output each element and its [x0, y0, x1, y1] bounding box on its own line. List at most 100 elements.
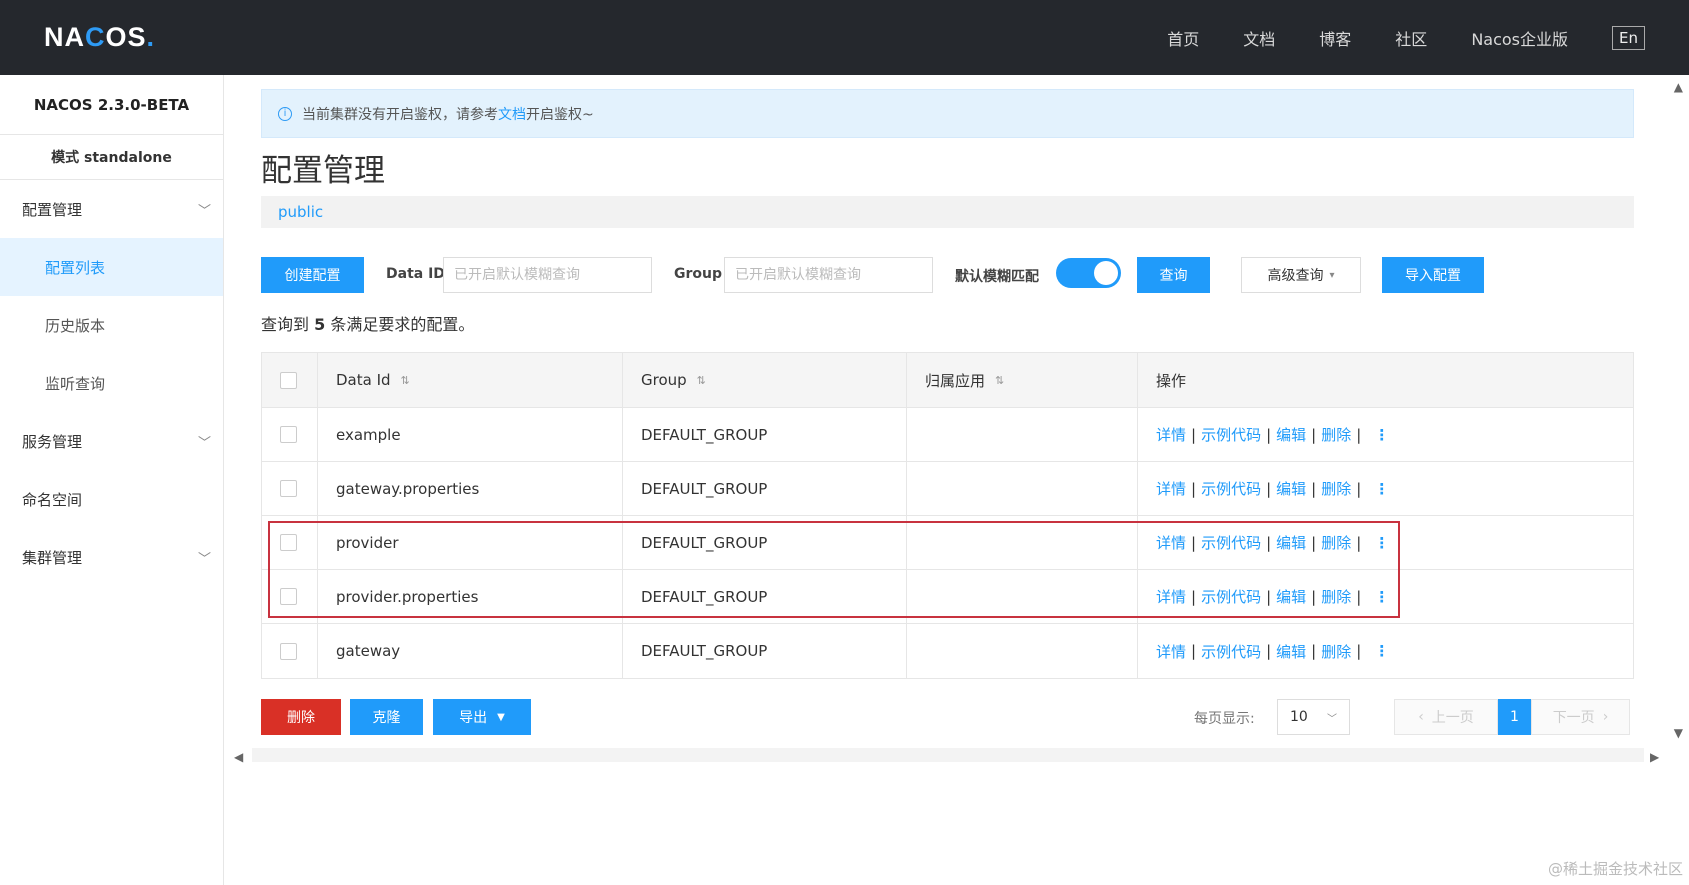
prev-page-button[interactable]: ‹ 上一页	[1394, 699, 1498, 735]
clone-button[interactable]: 克隆	[350, 699, 423, 735]
more-icon[interactable]: ⋮	[1374, 642, 1389, 660]
notice-doc-link[interactable]: 文档	[498, 104, 526, 124]
create-config-button[interactable]: 创建配置	[261, 257, 364, 293]
cell-app	[907, 408, 1138, 461]
row-checkbox-cell	[262, 408, 318, 461]
scroll-up-arrow-icon[interactable]: ▲	[1674, 80, 1683, 94]
table-row: example DEFAULT_GROUP 详情 | 示例代码 | 编辑 | 删除 | ⋮	[262, 408, 1633, 462]
sidebar-group-config[interactable]: 配置管理 ﹀	[0, 180, 223, 238]
namespace-public[interactable]: public	[278, 203, 323, 221]
auth-notice: i 当前集群没有开启鉴权，请参考 文档 开启鉴权~	[261, 89, 1634, 138]
sort-icon[interactable]: ⇅	[697, 374, 706, 387]
result-suffix: 条满足要求的配置。	[330, 315, 475, 334]
sidebar-group-cluster[interactable]: 集群管理 ﹀	[0, 528, 223, 586]
delete-link[interactable]: 删除	[1321, 641, 1351, 662]
chevron-down-icon: ▾	[1329, 269, 1335, 281]
cell-ops: 详情 | 示例代码 | 编辑 | 删除 | ⋮	[1156, 641, 1390, 662]
edit-link[interactable]: 编辑	[1276, 424, 1306, 445]
next-page-button[interactable]: 下一页 ›	[1531, 699, 1630, 735]
table-row: gateway DEFAULT_GROUP 详情 | 示例代码 | 编辑 | 删除 | ⋮	[262, 624, 1633, 678]
cell-group: DEFAULT_GROUP	[623, 624, 907, 678]
toggle-knob	[1094, 261, 1118, 285]
row-checkbox-cell	[262, 462, 318, 515]
language-switch[interactable]: En	[1612, 25, 1645, 50]
sidebar-group-service[interactable]: 服务管理 ﹀	[0, 412, 223, 470]
export-button[interactable]: 导出 ▼	[433, 699, 531, 735]
sample-code-link[interactable]: 示例代码	[1201, 641, 1261, 662]
fuzzy-match-toggle[interactable]	[1056, 258, 1121, 288]
sample-code-link[interactable]: 示例代码	[1201, 478, 1261, 499]
cell-group: DEFAULT_GROUP	[623, 408, 907, 461]
nav-docs[interactable]: 文档	[1243, 26, 1275, 50]
detail-link[interactable]: 详情	[1156, 641, 1186, 662]
prev-label: 上一页	[1431, 710, 1474, 726]
page-size-value: 10	[1290, 709, 1308, 725]
row-checkbox[interactable]	[280, 480, 297, 497]
sidebar-group-label: 配置管理	[22, 200, 83, 219]
header-checkbox-cell	[262, 353, 318, 407]
more-icon[interactable]: ⋮	[1374, 480, 1389, 498]
delete-link[interactable]: 删除	[1321, 424, 1351, 445]
edit-link[interactable]: 编辑	[1276, 641, 1306, 662]
page-title: 配置管理	[261, 153, 385, 189]
header-dataid[interactable]: Data Id ⇅	[318, 353, 623, 407]
sample-code-link[interactable]: 示例代码	[1201, 424, 1261, 445]
select-all-checkbox[interactable]	[280, 371, 297, 389]
scroll-down-arrow-icon[interactable]: ▼	[1674, 726, 1683, 740]
sort-icon[interactable]: ⇅	[995, 374, 1004, 387]
chevron-down-icon: ﹀	[197, 435, 211, 451]
sidebar-item-history[interactable]: 历史版本	[0, 296, 223, 354]
sidebar-group-namespace[interactable]: 命名空间	[0, 470, 223, 528]
detail-link[interactable]: 详情	[1156, 478, 1186, 499]
cell-ops: 详情 | 示例代码 | 编辑 | 删除 | ⋮	[1156, 424, 1390, 445]
horizontal-scrollbar[interactable]	[252, 748, 1644, 762]
scroll-right-arrow-icon[interactable]: ▶	[1650, 750, 1659, 764]
nav-enterprise[interactable]: Nacos企业版	[1471, 26, 1568, 50]
group-input[interactable]	[724, 257, 933, 293]
advanced-query-button[interactable]: 高级查询 ▾	[1241, 257, 1361, 293]
scroll-left-arrow-icon[interactable]: ◀	[234, 750, 243, 764]
header-app[interactable]: 归属应用 ⇅	[907, 353, 1138, 407]
fuzzy-match-label: 默认模糊匹配	[955, 269, 1039, 285]
page-size-select[interactable]: 10 ﹀	[1277, 699, 1350, 735]
more-icon[interactable]: ⋮	[1374, 426, 1389, 444]
nacos-logo[interactable]: NACOS.	[44, 22, 155, 53]
advanced-query-label: 高级查询	[1267, 268, 1324, 284]
dataid-input[interactable]	[443, 257, 652, 293]
delete-button[interactable]: 删除	[261, 699, 341, 735]
result-prefix: 查询到	[261, 315, 310, 334]
search-toolbar: 创建配置 Data ID Group 默认模糊匹配 查询 高级查询 ▾ 导入配置	[261, 257, 1634, 293]
chevron-down-icon: ﹀	[1327, 713, 1337, 725]
next-label: 下一页	[1552, 710, 1595, 726]
config-table: Data Id ⇅ Group ⇅ 归属应用 ⇅ 操作 example DEFAULT…	[261, 352, 1634, 679]
chevron-down-icon: ▼	[497, 711, 505, 723]
chevron-left-icon: ‹	[1418, 709, 1424, 725]
row-checkbox-cell	[262, 624, 318, 678]
query-button[interactable]: 查询	[1137, 257, 1210, 293]
table-row: gateway.properties DEFAULT_GROUP 详情 | 示例代码…	[262, 462, 1633, 516]
annotation-highlight-box	[268, 521, 1400, 618]
nav-community[interactable]: 社区	[1395, 26, 1427, 50]
sort-icon[interactable]: ⇅	[401, 374, 410, 387]
header-group[interactable]: Group ⇅	[623, 353, 907, 407]
edit-link[interactable]: 编辑	[1276, 478, 1306, 499]
dataid-label: Data ID	[386, 266, 445, 282]
result-summary: 查询到 5 条满足要求的配置。	[261, 311, 474, 335]
row-checkbox[interactable]	[280, 426, 297, 443]
row-checkbox[interactable]	[280, 642, 297, 660]
sidebar: NACOS 2.3.0-BETA 模式 standalone 配置管理 ﹀ 配置…	[0, 75, 224, 885]
header-ops: 操作	[1138, 353, 1633, 407]
nav-home[interactable]: 首页	[1167, 26, 1199, 50]
delete-link[interactable]: 删除	[1321, 478, 1351, 499]
main-content: i 当前集群没有开启鉴权，请参考 文档 开启鉴权~ 配置管理 public 创建配置…	[224, 75, 1689, 885]
sidebar-item-listener[interactable]: 监听查询	[0, 354, 223, 412]
nav-blog[interactable]: 博客	[1319, 26, 1351, 50]
cell-dataid: gateway.properties	[318, 462, 623, 515]
page-1-button[interactable]: 1	[1498, 699, 1531, 735]
cell-ops: 详情 | 示例代码 | 编辑 | 删除 | ⋮	[1156, 478, 1390, 499]
sidebar-item-config-list[interactable]: 配置列表	[0, 238, 223, 296]
import-config-button[interactable]: 导入配置	[1382, 257, 1484, 293]
sidebar-group-label: 集群管理	[22, 548, 83, 567]
detail-link[interactable]: 详情	[1156, 424, 1186, 445]
export-label: 导出	[459, 710, 488, 726]
